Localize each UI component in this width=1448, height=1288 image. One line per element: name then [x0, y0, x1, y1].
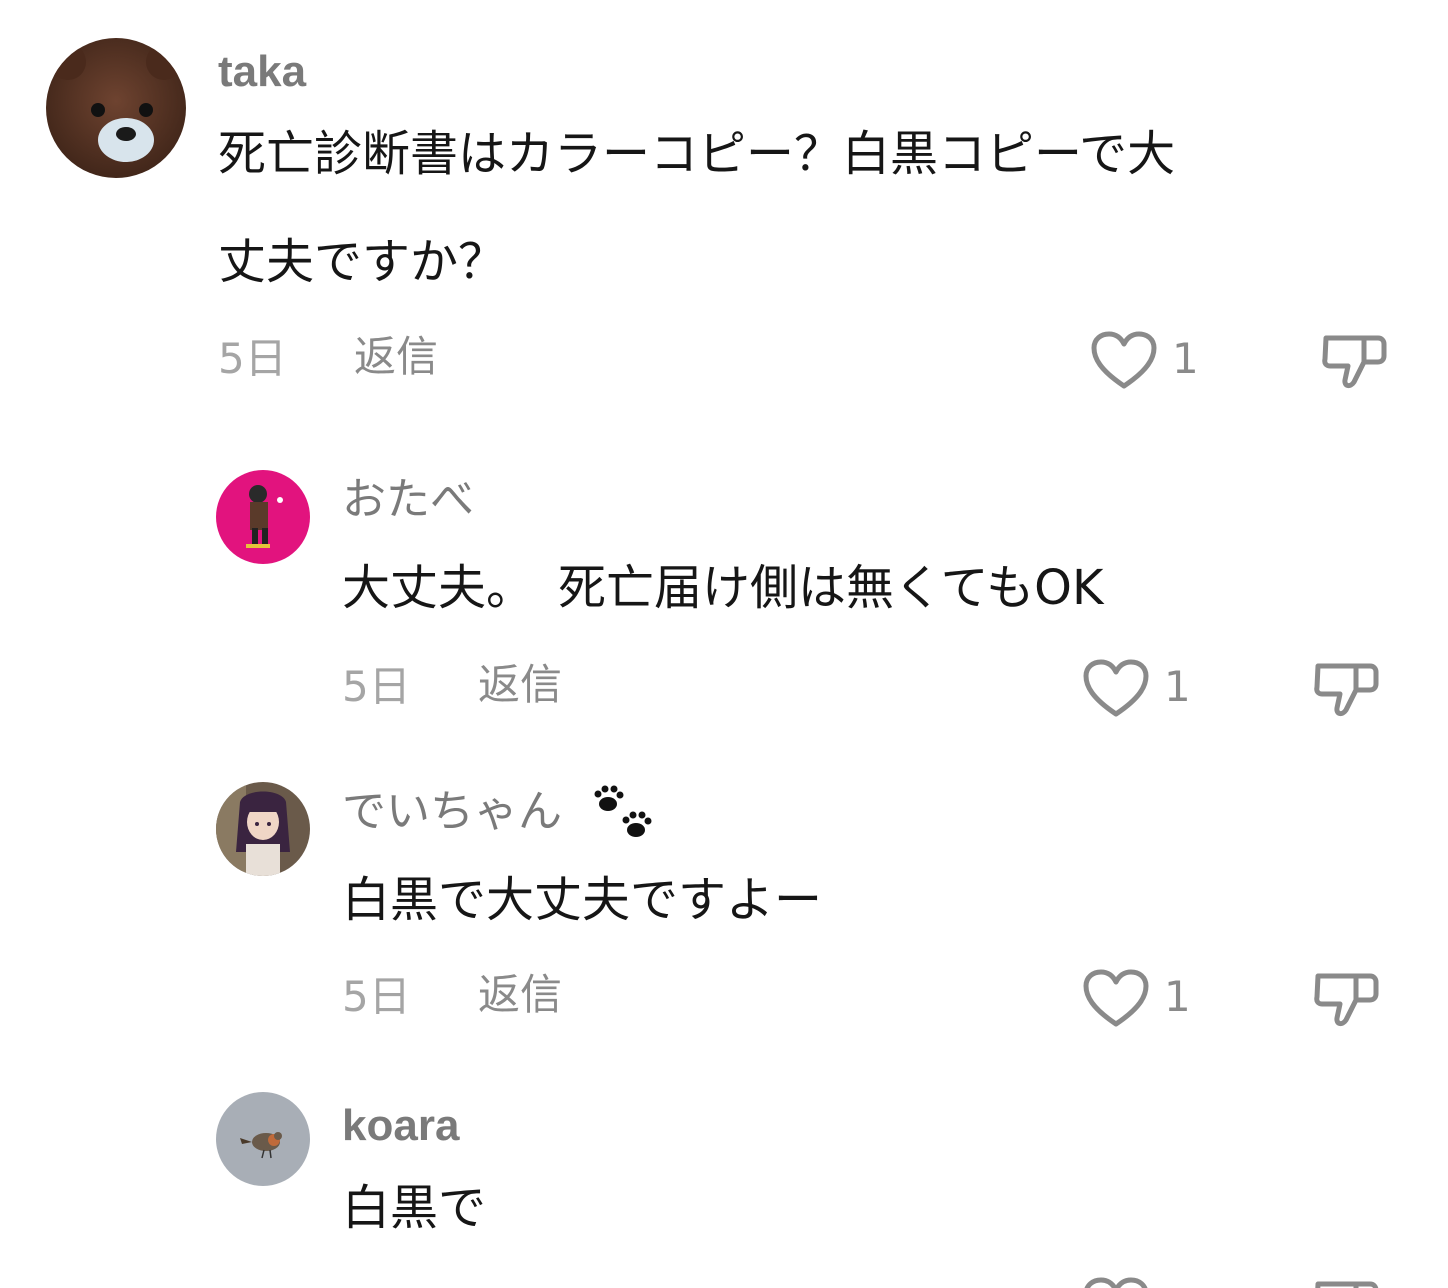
heart-icon[interactable]	[1082, 968, 1150, 1030]
reply-username[interactable]: おたべ	[342, 478, 474, 522]
comment-time: 5日	[218, 334, 287, 383]
comment-text-line-1: 死亡診断書はカラーコピー？白黒コピーで大	[218, 126, 1176, 182]
like-count: 1	[1172, 334, 1199, 383]
like-count: 1	[1164, 662, 1191, 711]
reply-button[interactable]: 返信	[354, 336, 438, 378]
like-count: 1	[1164, 972, 1191, 1021]
thumbs-down-icon[interactable]	[1312, 1276, 1380, 1288]
bird-avatar-icon	[216, 1092, 310, 1186]
reply-time: 5日	[342, 972, 411, 1021]
avatar-deichan[interactable]	[216, 782, 310, 876]
avatar-taka[interactable]	[46, 38, 186, 178]
reply-username[interactable]: koara	[342, 1104, 459, 1148]
heart-icon[interactable]	[1082, 658, 1150, 720]
bear-avatar-icon	[46, 38, 186, 178]
comment-text-line-2: 丈夫ですか？	[218, 234, 507, 290]
avatar-koara[interactable]	[216, 1092, 310, 1186]
heart-icon[interactable]	[1082, 1276, 1150, 1288]
anime-girl-avatar-icon	[216, 782, 310, 876]
reply-username[interactable]: でいちゃん	[342, 790, 562, 834]
paw-prints-icon	[592, 784, 658, 844]
thumbs-down-icon[interactable]	[1312, 968, 1380, 1030]
reply-text: 大丈夫。 死亡届け側は無くてもOK	[342, 560, 1104, 616]
reply-text: 白黒で大丈夫ですよー	[342, 872, 823, 928]
heart-icon[interactable]	[1090, 330, 1158, 392]
reply-text: 白黒で	[342, 1180, 487, 1236]
thumbs-down-icon[interactable]	[1312, 658, 1380, 720]
reply-button[interactable]: 返信	[478, 974, 562, 1016]
pink-character-avatar-icon	[216, 470, 310, 564]
comment-username[interactable]: taka	[218, 50, 306, 94]
reply-button[interactable]: 返信	[478, 664, 562, 706]
reply-time: 5日	[342, 662, 411, 711]
avatar-otabe[interactable]	[216, 470, 310, 564]
thumbs-down-icon[interactable]	[1320, 330, 1388, 392]
